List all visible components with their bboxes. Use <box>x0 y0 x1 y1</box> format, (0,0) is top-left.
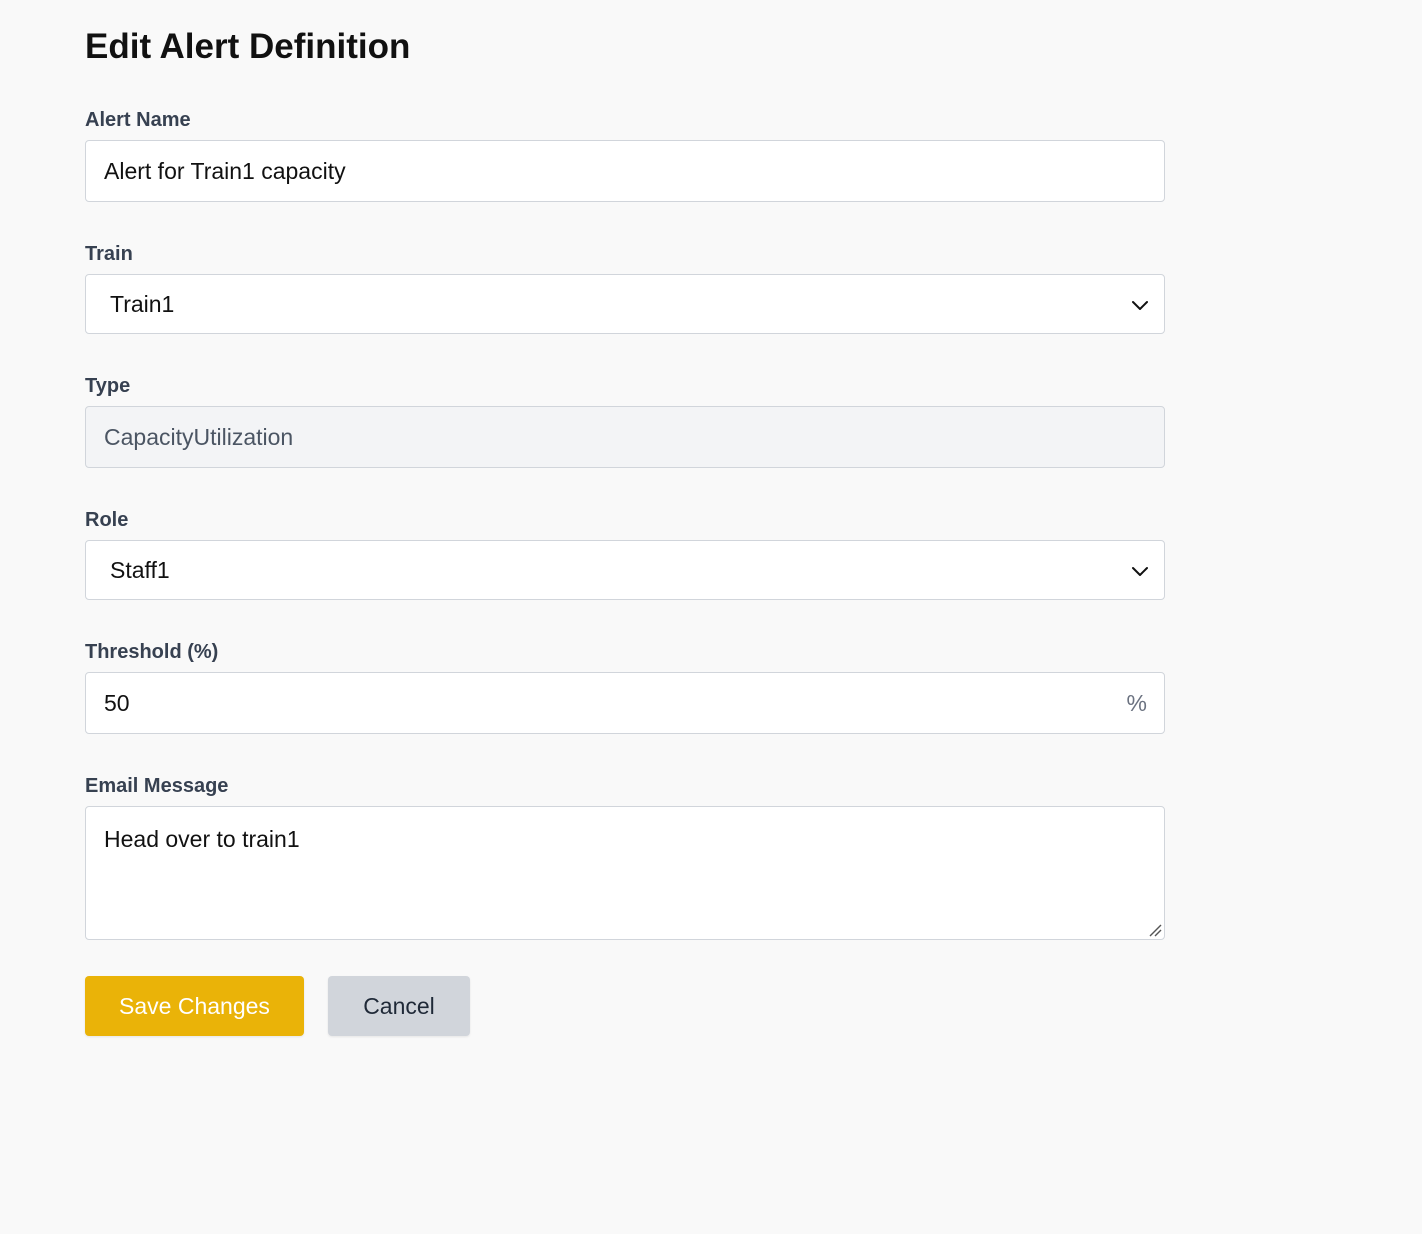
role-select-value: Staff1 <box>110 557 170 583</box>
resize-handle-icon[interactable] <box>1148 923 1162 937</box>
alert-name-label: Alert Name <box>85 109 191 131</box>
type-readonly-input: CapacityUtilization <box>85 406 1165 468</box>
type-field: Type CapacityUtilization <box>85 374 1165 468</box>
email-message-label: Email Message <box>85 775 229 797</box>
role-field: Role Staff1 <box>85 508 1165 600</box>
train-label: Train <box>85 243 133 265</box>
chevron-down-icon <box>1132 301 1148 310</box>
chevron-down-icon <box>1132 567 1148 576</box>
page-title: Edit Alert Definition <box>85 27 411 66</box>
alert-name-input[interactable]: Alert for Train1 capacity <box>85 140 1165 202</box>
email-message-textarea[interactable]: Head over to train1 <box>85 806 1165 940</box>
email-message-text: Head over to train1 <box>104 826 300 852</box>
train-field: Train Train1 <box>85 242 1165 334</box>
threshold-input[interactable]: 50 <box>85 672 1165 734</box>
email-message-field: Email Message Head over to train1 <box>85 774 1165 940</box>
alert-name-field: Alert Name Alert for Train1 capacity <box>85 108 1165 202</box>
cancel-button[interactable]: Cancel <box>328 976 470 1036</box>
train-select[interactable]: Train1 <box>85 274 1165 334</box>
threshold-label: Threshold (%) <box>85 641 219 663</box>
type-label: Type <box>85 375 131 397</box>
role-label: Role <box>85 509 129 531</box>
percent-suffix: % <box>1126 690 1147 716</box>
threshold-field: Threshold (%) 50 % <box>85 640 1165 734</box>
role-select[interactable]: Staff1 <box>85 540 1165 600</box>
train-select-value: Train1 <box>110 291 175 317</box>
save-changes-button[interactable]: Save Changes <box>85 976 304 1036</box>
